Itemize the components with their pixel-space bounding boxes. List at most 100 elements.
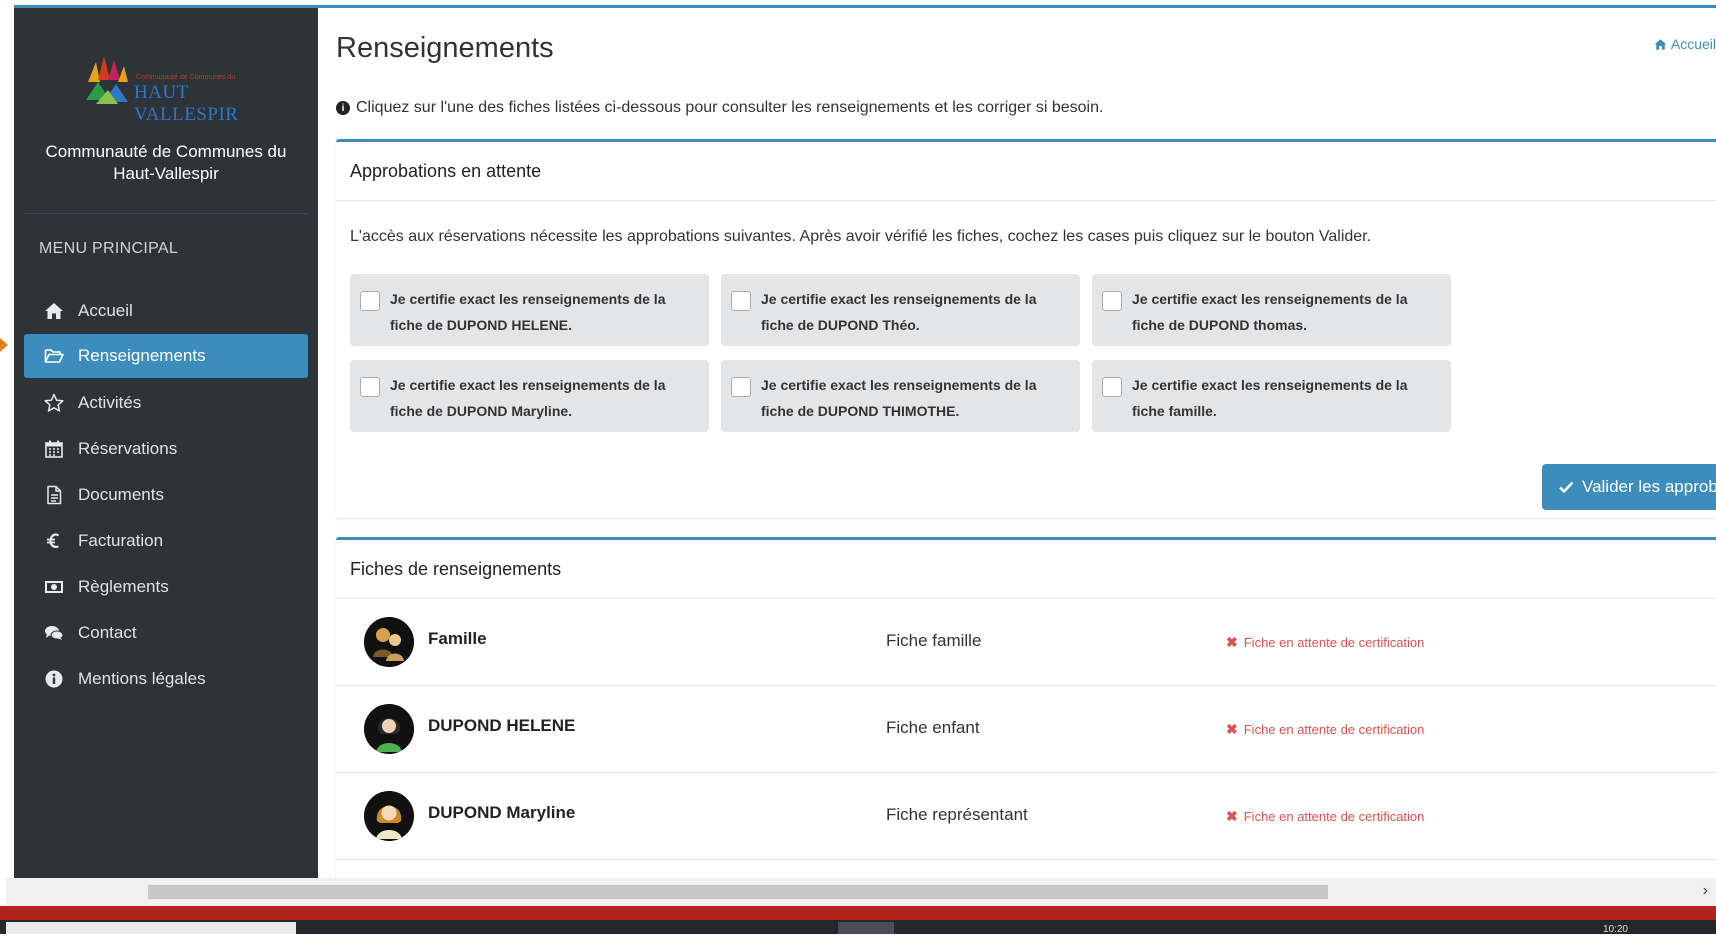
sidebar-item-label: Règlements bbox=[78, 577, 169, 596]
folder-open-icon bbox=[42, 345, 66, 367]
status-badge: ✖ Fiche en attente de certification bbox=[1226, 721, 1424, 738]
fiches-box: Fiches de renseignements Famille Fiche f… bbox=[336, 537, 1716, 928]
taskbar-search[interactable] bbox=[6, 922, 296, 934]
calendar-icon bbox=[42, 438, 66, 460]
approval-checkbox[interactable] bbox=[1102, 291, 1122, 311]
status-text: Fiche en attente de certification bbox=[1243, 722, 1425, 737]
approval-text: Je certifie exact les renseignements de … bbox=[390, 291, 666, 333]
taskbar-clock: 10:20 bbox=[1602, 924, 1628, 935]
approval-text: Je certifie exact les renseignements de … bbox=[761, 377, 1037, 419]
close-icon: ✖ bbox=[1226, 721, 1238, 737]
logo-mark-icon bbox=[86, 56, 128, 104]
approvals-description: L'accès aux réservations nécessite les a… bbox=[350, 228, 1372, 245]
row-name: Famille bbox=[428, 629, 487, 648]
breadcrumb[interactable]: Accueil bbox=[1654, 36, 1716, 52]
approval-item[interactable]: Je certifie exact les renseignements de … bbox=[350, 274, 709, 346]
table-row[interactable]: Famille Fiche famille ✖ Fiche en attente … bbox=[336, 598, 1716, 685]
breadcrumb-home: Accueil bbox=[1670, 36, 1716, 52]
logo-text: HAUT VALLESPIR bbox=[134, 82, 239, 125]
row-name: DUPOND HELENE bbox=[428, 716, 576, 735]
approval-checkbox[interactable] bbox=[360, 377, 380, 397]
approvals-title: Approbations en attente bbox=[336, 142, 1716, 201]
table-row[interactable]: DUPOND Maryline Fiche représentant ✖ Fich… bbox=[336, 772, 1716, 859]
approval-item[interactable]: Je certifie exact les renseignements de … bbox=[1092, 360, 1451, 432]
approval-text: Je certifie exact les renseignements de … bbox=[761, 291, 1037, 333]
scrollbar-thumb[interactable] bbox=[148, 885, 1328, 899]
close-icon: ✖ bbox=[1226, 808, 1238, 824]
page-title: Renseignements bbox=[336, 32, 554, 64]
file-icon bbox=[42, 484, 66, 506]
approval-item[interactable]: Je certifie exact les renseignements de … bbox=[350, 360, 709, 432]
sidebar-item-label: Facturation bbox=[78, 531, 164, 550]
sidebar-item-label: Accueil bbox=[78, 301, 133, 320]
fiches-title: Fiches de renseignements bbox=[336, 540, 1716, 599]
approval-text: Je certifie exact les renseignements de … bbox=[390, 377, 666, 419]
main-menu: Accueil Renseignements Activités Réserva… bbox=[24, 288, 308, 702]
approval-item[interactable]: Je certifie exact les renseignements de … bbox=[721, 360, 1080, 432]
sidebar-item-accueil[interactable]: Accueil bbox=[24, 288, 308, 334]
sidebar-item-label: Réservations bbox=[78, 439, 178, 458]
info-message: i Cliquez sur l'une des fiches listées c… bbox=[336, 99, 1103, 117]
sidebar-item-facturation[interactable]: Facturation bbox=[24, 518, 308, 564]
sidebar-item-label: Renseignements bbox=[78, 346, 206, 365]
home-icon bbox=[1654, 38, 1667, 50]
sidebar: Communauté de Communes du HAUT VALLESPIR… bbox=[14, 8, 318, 878]
logo[interactable]: Communauté de Communes du HAUT VALLESPIR bbox=[64, 44, 284, 125]
approval-checkbox[interactable] bbox=[731, 377, 751, 397]
validate-approvals-button[interactable]: Valider les approbat bbox=[1542, 464, 1716, 510]
os-taskbar: 10:20 bbox=[0, 906, 1716, 935]
top-border bbox=[0, 0, 1716, 8]
status-badge: ✖ Fiche en attente de certification bbox=[1226, 808, 1424, 825]
sidebar-item-renseignements[interactable]: Renseignements bbox=[24, 334, 308, 378]
horizontal-scrollbar[interactable]: › bbox=[6, 878, 1716, 906]
comments-icon bbox=[42, 622, 66, 644]
sidebar-item-reservations[interactable]: Réservations bbox=[24, 426, 308, 472]
info-icon: i bbox=[336, 101, 350, 115]
sidebar-item-documents[interactable]: Documents bbox=[24, 472, 308, 518]
sidebar-item-label: Mentions légales bbox=[78, 669, 206, 688]
close-icon: ✖ bbox=[1226, 634, 1238, 650]
sidebar-item-label: Contact bbox=[78, 623, 137, 642]
main-content: Renseignements Accueil i Cliquez sur l'u… bbox=[318, 8, 1716, 928]
approvals-box: Approbations en attente L'accès aux rése… bbox=[336, 139, 1716, 518]
sidebar-item-mentions[interactable]: Mentions légales bbox=[24, 656, 308, 702]
taskbar-app-button[interactable] bbox=[838, 922, 894, 934]
approval-text: Je certifie exact les renseignements de … bbox=[1132, 291, 1408, 333]
check-icon bbox=[1559, 481, 1574, 493]
home-icon bbox=[42, 300, 66, 322]
child-avatar-icon bbox=[364, 704, 414, 754]
approval-text: Je certifie exact les renseignements de … bbox=[1132, 377, 1408, 419]
sidebar-item-activites[interactable]: Activités bbox=[24, 380, 308, 426]
approval-list: Je certifie exact les renseignements de … bbox=[350, 274, 1451, 432]
euro-icon bbox=[42, 530, 66, 552]
validate-label: Valider les approbat bbox=[1582, 477, 1716, 496]
family-avatar-icon bbox=[364, 617, 414, 667]
info-circle-icon bbox=[42, 668, 66, 690]
approval-item[interactable]: Je certifie exact les renseignements de … bbox=[721, 274, 1080, 346]
organization-name: Communauté de Communes du Haut-Vallespir bbox=[45, 142, 287, 183]
sidebar-item-label: Activités bbox=[78, 393, 142, 412]
table-row[interactable]: DUPOND HELENE Fiche enfant ✖ Fiche en att… bbox=[336, 685, 1716, 772]
row-type: Fiche famille bbox=[886, 631, 982, 650]
pointer-arrow bbox=[0, 338, 8, 352]
status-text: Fiche en attente de certification bbox=[1243, 809, 1425, 824]
approval-checkbox[interactable] bbox=[360, 291, 380, 311]
sidebar-item-contact[interactable]: Contact bbox=[24, 610, 308, 656]
sidebar-item-label: Documents bbox=[78, 485, 164, 504]
approval-item[interactable]: Je certifie exact les renseignements de … bbox=[1092, 274, 1451, 346]
logo-small-text: Communauté de Communes du bbox=[136, 74, 236, 81]
approval-checkbox[interactable] bbox=[731, 291, 751, 311]
status-badge: ✖ Fiche en attente de certification bbox=[1226, 634, 1424, 651]
sidebar-divider bbox=[24, 213, 308, 214]
info-text: Cliquez sur l'une des fiches listées ci-… bbox=[356, 99, 1104, 116]
status-text: Fiche en attente de certification bbox=[1243, 635, 1425, 650]
money-icon bbox=[42, 576, 66, 598]
menu-title: MENU PRINCIPAL bbox=[39, 240, 179, 257]
sidebar-item-reglements[interactable]: Règlements bbox=[24, 564, 308, 610]
row-type: Fiche enfant bbox=[886, 718, 980, 737]
chevron-right-icon[interactable]: › bbox=[1703, 882, 1708, 900]
star-icon bbox=[42, 392, 66, 414]
approval-checkbox[interactable] bbox=[1102, 377, 1122, 397]
row-name: DUPOND Maryline bbox=[428, 803, 576, 822]
row-type: Fiche représentant bbox=[886, 805, 1028, 824]
